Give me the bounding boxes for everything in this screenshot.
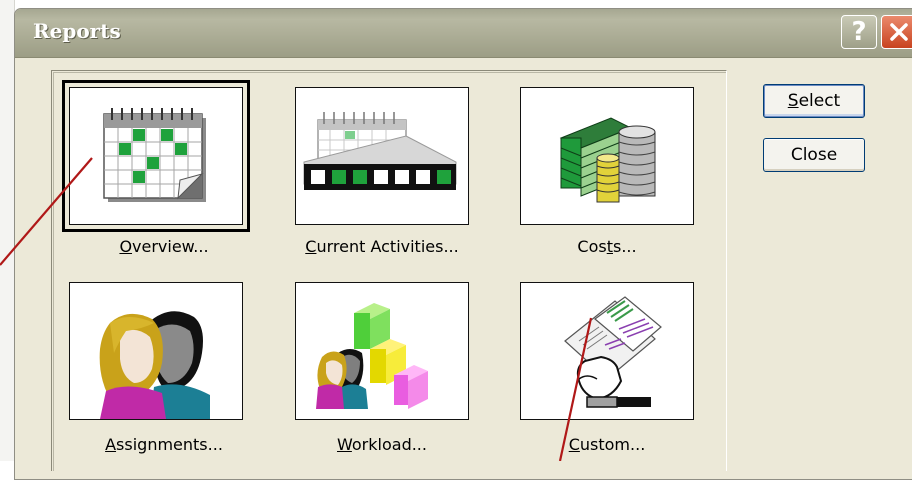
overview-label: Overview... [119,237,209,256]
current-activities-label: Current Activities... [305,237,459,256]
costs-tile[interactable] [520,87,694,225]
current-activities-tile[interactable] [295,87,469,225]
custom-tile[interactable] [520,282,694,420]
workload-blocks-icon [316,303,428,409]
custom-label: Custom... [568,435,646,454]
reports-dialog: Reports ? Overview... Current Activities… [14,8,912,480]
title-bar[interactable]: Reports ? [15,9,912,58]
close-button[interactable]: Close [763,138,865,172]
dialog-title: Reports [33,19,121,43]
background-window-edge [0,0,15,461]
overview-tile[interactable] [62,80,250,232]
custom-document-hand-icon [564,296,662,408]
assignments-tile[interactable] [69,282,243,420]
help-icon: ? [851,17,867,47]
gantt-calendar-icon [303,112,457,190]
calendar-icon [103,108,206,202]
assignments-label: Assignments... [105,435,223,454]
close-window-button[interactable] [881,15,912,49]
select-button[interactable]: Select [763,84,865,118]
costs-label: Costs... [577,237,637,256]
workload-label: Workload... [337,435,427,454]
money-stacks-icon [559,117,656,203]
close-icon [890,23,908,41]
help-button[interactable]: ? [841,15,877,49]
workload-tile[interactable] [295,282,469,420]
people-icon [99,311,210,419]
